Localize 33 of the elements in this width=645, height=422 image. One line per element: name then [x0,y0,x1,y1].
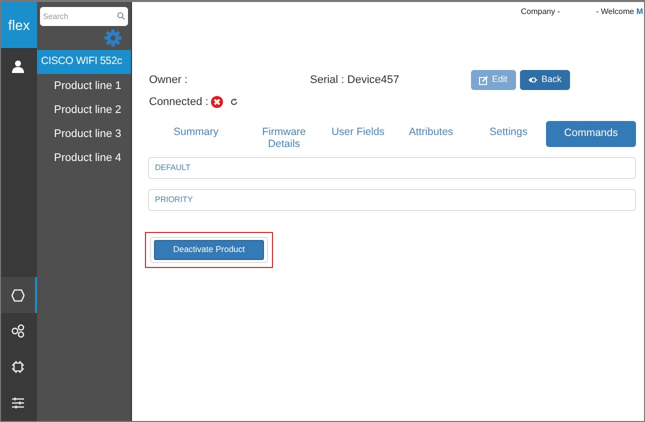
hexagon-icon [11,288,25,302]
chip-icon [11,360,25,374]
nav-button[interactable] [1,277,37,313]
error-icon [211,96,224,108]
sidebar-item[interactable]: Product line 1 [37,74,131,98]
circles-icon [11,324,25,338]
edit-icon [479,76,488,84]
sliders-icon [11,397,25,409]
tab[interactable]: User Fields [325,120,391,138]
welcome-text: - Welcome M [596,6,643,18]
sidebar-item[interactable]: Product line 2 [37,98,131,122]
tab[interactable]: Attributes [391,120,471,138]
deactivate-product-button[interactable]: Deactivate Product [154,240,264,260]
panel-header[interactable]: DEFAULT [148,156,636,179]
back-button[interactable]: Back [520,70,570,90]
logo: flex [1,2,37,48]
serial-label: Serial : Device457 [310,72,400,88]
tab[interactable]: Commands [546,120,636,146]
back-icon [528,76,538,84]
tab[interactable]: Firmware Details [243,120,325,151]
search-icon [117,12,125,20]
company-label: Company - [520,6,560,18]
tab[interactable]: Summary [149,120,243,138]
sidebar-item[interactable]: Product line 4 [37,146,131,170]
refresh-icon[interactable] [230,98,238,106]
tab[interactable]: Settings [471,120,546,138]
connected-label: Connected : [149,95,208,110]
search-field[interactable]: Search [40,7,128,26]
owner-label: Owner : [149,72,189,88]
sidebar-item[interactable]: Product line 3 [37,122,131,146]
sidebar-item[interactable]: CISCO WIFI 552c [37,50,131,74]
panel-header[interactable]: PRIORITY [148,188,636,211]
person-icon [12,60,24,72]
